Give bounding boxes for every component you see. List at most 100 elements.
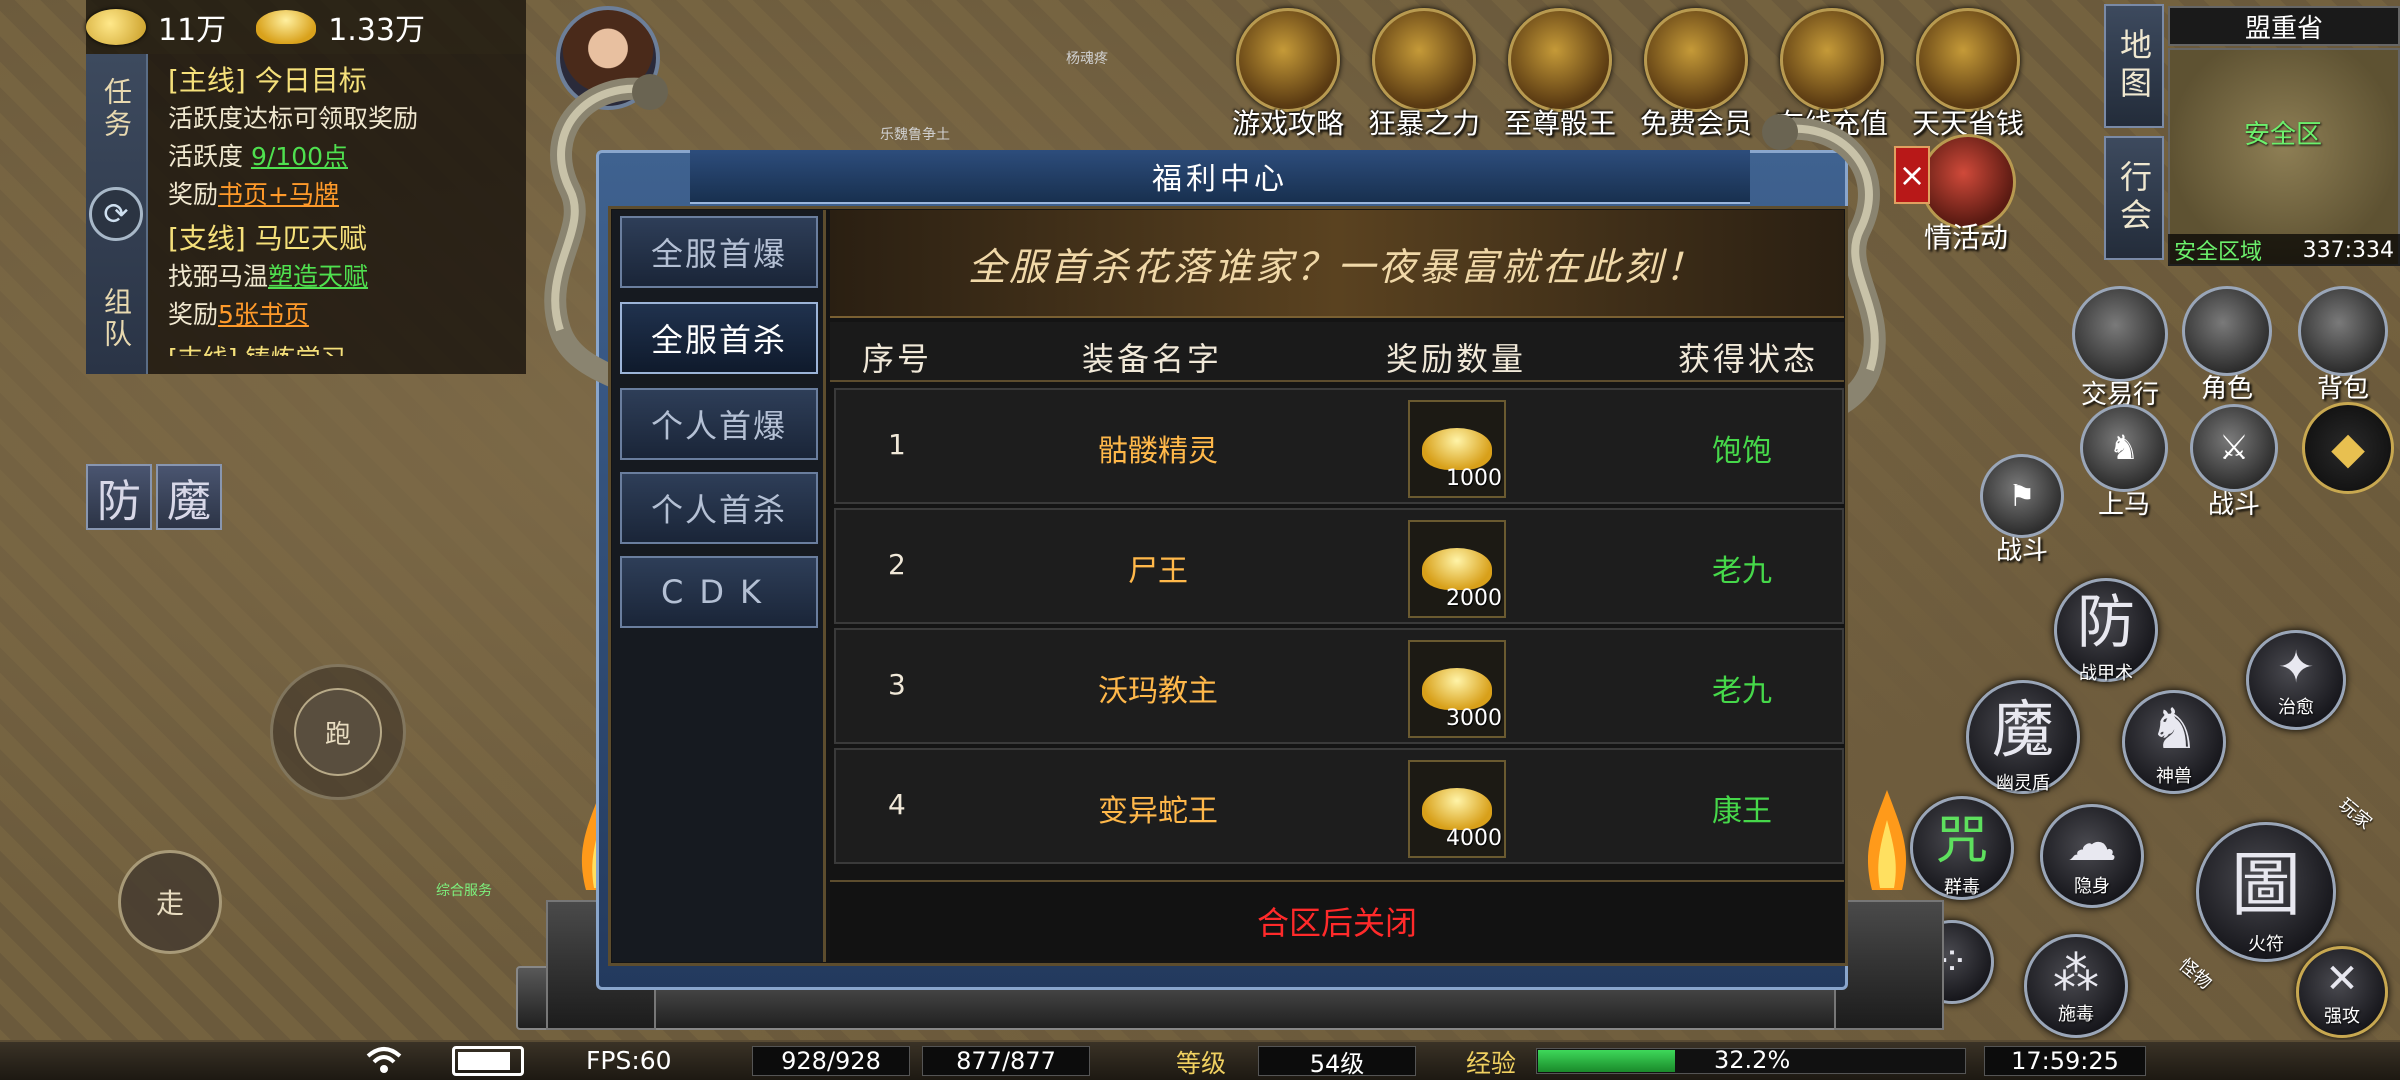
skill-label: 隐身 (2074, 876, 2110, 897)
row-index: 3 (888, 668, 906, 701)
rage-label: 狂暴之力 (1367, 107, 1480, 140)
header-status: 获得状态 (1678, 340, 1819, 378)
close-notice: 合区后关闭 (830, 880, 1844, 960)
skill-ghost-shield[interactable]: 魔幽灵盾 (1966, 680, 2080, 794)
target-player-label[interactable]: 玩家 (2334, 791, 2378, 834)
skill-glyph: 圖 (2231, 843, 2301, 926)
mount-label: 上马 (2097, 490, 2150, 520)
defense-mode-button[interactable]: 防 (86, 464, 152, 530)
row-item-name: 尸王 (1128, 554, 1188, 589)
tab-personal-first-drop[interactable]: 个人首爆 (620, 388, 818, 460)
trade-button[interactable]: 交易行 (2072, 286, 2168, 411)
rage-button[interactable]: 狂暴之力 (1356, 8, 1492, 142)
quest-progress-link[interactable]: 9/100点 (251, 142, 348, 171)
skill-label: 幽灵盾 (1996, 773, 2050, 794)
run-joystick[interactable]: 跑 (294, 688, 382, 776)
bag-label: 背包 (2316, 374, 2369, 404)
tab-task[interactable]: 任务 (96, 77, 136, 141)
skill-beast[interactable]: ♞ 神兽 (2122, 690, 2226, 794)
quest-side[interactable]: [支线] 马匹天赋 找弼马温塑造天赋 奖励5张书页 (168, 220, 518, 334)
resource-bar: 11万 1.33万 (86, 0, 526, 54)
reward-quantity: 4000 (1446, 826, 1502, 851)
vip-button[interactable]: 免费会员 (1628, 8, 1764, 142)
tab-server-first-kill[interactable]: 全服首杀 (620, 302, 818, 374)
npc-label[interactable]: 乐魏鲁争土 (880, 124, 950, 144)
skill-group-poison[interactable]: 咒群毒 (1910, 796, 2014, 900)
quest-reward-link[interactable]: 5张书页 (218, 300, 309, 329)
table-row (834, 508, 1844, 624)
npc-label[interactable]: 杨魂疼 (1066, 48, 1108, 68)
quest-line-prefix: 活跃度 (168, 142, 251, 171)
skill-label: 战甲术 (2079, 663, 2133, 684)
skill-label: 治愈 (2278, 696, 2314, 718)
right-torch-icon (1867, 790, 1907, 890)
row-index: 4 (888, 788, 906, 821)
header-index: 序号 (862, 340, 933, 378)
close-button[interactable]: × (1894, 146, 1930, 204)
walk-button[interactable]: 走 (118, 850, 222, 954)
quest-main[interactable]: [主线] 今日目标 活跃度达标可领取奖励 活跃度 9/100点 奖励书页+马牌 (168, 62, 518, 214)
strong-attack-icon: ✕ (2325, 956, 2359, 1002)
quest-npc-link[interactable]: 塑造天赋 (268, 262, 368, 291)
table-row (834, 628, 1844, 744)
reward-quantity: 1000 (1446, 466, 1502, 491)
row-item-name: 骷髅精灵 (1098, 434, 1218, 469)
row-item-name: 沃玛教主 (1098, 674, 1218, 709)
beast-icon: ♞ (2148, 696, 2200, 762)
tab-server-first-drop[interactable]: 全服首爆 (620, 216, 818, 288)
menu-grid-icon[interactable]: ◆ (2302, 402, 2394, 494)
ingot-counter: 1.33万 (256, 5, 425, 49)
header-reward: 奖励数量 (1386, 340, 1527, 378)
skill-label: 群毒 (1944, 876, 1980, 898)
heal-icon: ✦ (2277, 641, 2315, 693)
quest-list[interactable]: [主线] 今日目标 活跃度达标可领取奖励 活跃度 9/100点 奖励书页+马牌 … (168, 62, 518, 356)
target-monster-label[interactable]: 怪物 (2174, 951, 2218, 994)
quest-type: [主线] (168, 64, 246, 97)
skill-cast-poison[interactable]: ⁂ 施毒 (2024, 934, 2128, 1038)
zone-label: 安全区域 (2174, 240, 2263, 265)
reward-quantity: 3000 (1446, 706, 1502, 731)
skill-fire-talisman[interactable]: 圖火符 (2196, 822, 2336, 962)
skill-defense[interactable]: 防战甲术 (2054, 578, 2158, 684)
battle-button[interactable]: ⚔ 战斗 (2190, 404, 2278, 521)
row-status: 老九 (1712, 554, 1772, 589)
npc-label[interactable]: 综合服务 (436, 880, 492, 900)
tab-team[interactable]: 组队 (96, 287, 136, 351)
mp-readout: 877/877 (922, 1046, 1090, 1076)
quest-tabs: 任务 ⟳ 组队 (86, 54, 148, 374)
skill-stealth[interactable]: ☁ 隐身 (2040, 804, 2144, 908)
vip-label: 免费会员 (1639, 107, 1752, 140)
battle-mode-button[interactable]: ⚑ 战斗 (1980, 454, 2064, 567)
bag-button[interactable]: 背包 (2298, 286, 2388, 405)
quest-line-prefix: 奖励 (168, 180, 219, 209)
vip-icon (1644, 8, 1748, 112)
swap-icon[interactable]: ⟳ (89, 187, 143, 241)
tab-cdk[interactable]: CDK (620, 556, 818, 628)
skill-label: 火符 (2248, 933, 2284, 955)
guild-button[interactable]: 行会 (2104, 136, 2164, 260)
mount-button[interactable]: ♞ 上马 (2080, 404, 2168, 521)
magic-mode-button[interactable]: 魔 (156, 464, 222, 530)
tab-personal-first-kill[interactable]: 个人首杀 (620, 472, 818, 544)
quest-title: 马匹天赋 (254, 222, 367, 255)
character-button[interactable]: 角色 (2182, 286, 2272, 405)
gold-ingot-icon (1422, 548, 1492, 590)
skill-heal[interactable]: ✦ 治愈 (2246, 630, 2346, 730)
guide-button[interactable]: 游戏攻略 (1220, 8, 1356, 142)
ingot-amount: 1.33万 (328, 13, 425, 48)
battle-mode-label: 战斗 (1995, 536, 2048, 566)
skill-strong-attack[interactable]: ✕ 强攻 (2296, 946, 2388, 1038)
exp-percent: 32.2% (1714, 1046, 1791, 1074)
level-readout: 54级 (1258, 1046, 1416, 1078)
row-status: 饱饱 (1712, 434, 1772, 469)
skill-glyph: 咒 (1935, 810, 1988, 871)
region-name: 盟重省 (2168, 6, 2400, 46)
swords-icon: ⚔ (2190, 404, 2278, 492)
dice-king-icon (1508, 8, 1612, 112)
quest-reward-link[interactable]: 书页+马牌 (218, 180, 339, 209)
skill-glyph: 魔 (1991, 693, 2054, 766)
map-button[interactable]: 地图 (2104, 4, 2164, 128)
table-row (834, 748, 1844, 864)
dice-king-button[interactable]: 至尊骰王 (1492, 8, 1628, 142)
stealth-icon: ☁ (2067, 814, 2117, 872)
